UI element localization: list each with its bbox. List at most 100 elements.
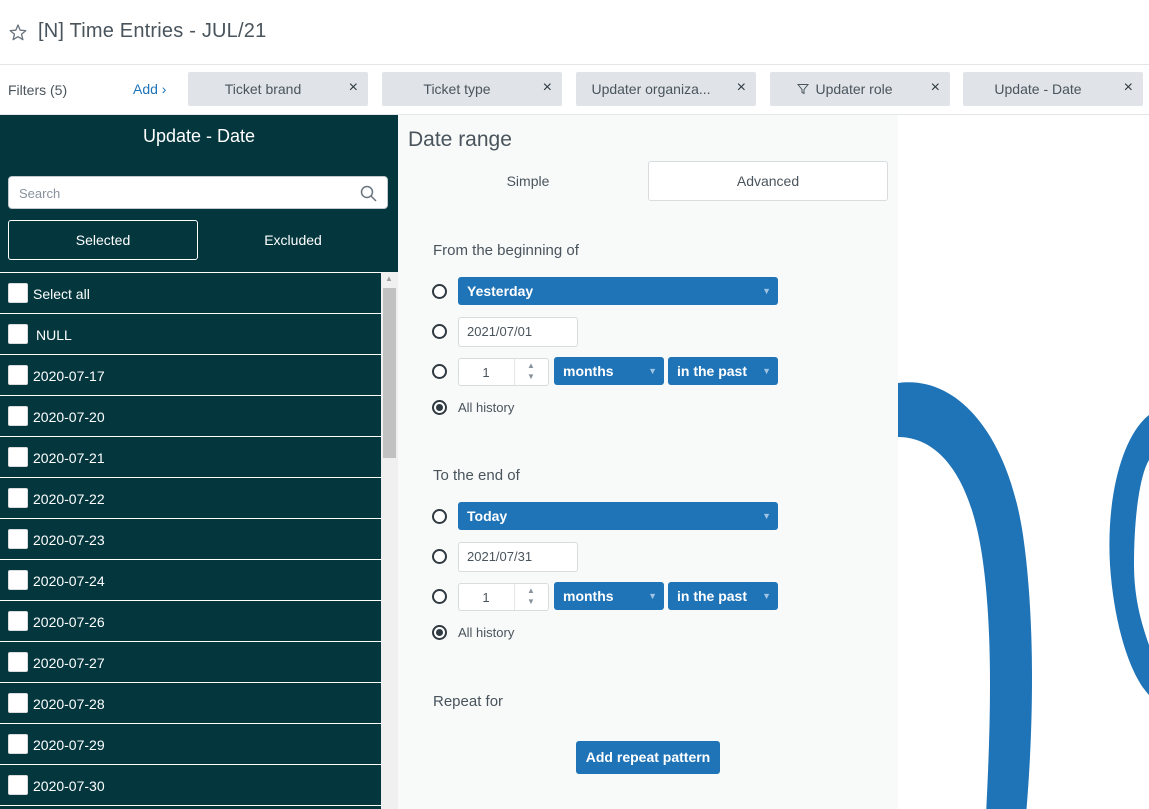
checkbox[interactable] [8, 529, 28, 549]
checkbox[interactable] [8, 570, 28, 590]
close-icon[interactable]: × [543, 79, 552, 97]
to-preset-select[interactable]: Today ▼ [458, 502, 778, 530]
from-direction-value: in the past [677, 363, 748, 379]
search-input[interactable] [19, 183, 339, 203]
list-item[interactable]: 2020-07-30 [0, 765, 381, 806]
list-item-label: 2020-07-27 [33, 655, 105, 671]
close-icon[interactable]: × [349, 79, 358, 97]
from-direction-select[interactable]: in the past ▼ [668, 357, 778, 385]
checkbox[interactable] [8, 693, 28, 713]
to-section-label: To the end of [433, 467, 520, 484]
from-count-value: 1 [482, 365, 490, 380]
list-item[interactable]: 2020-07-24 [0, 560, 381, 601]
scroll-thumb[interactable] [383, 288, 396, 458]
close-icon[interactable]: × [1124, 79, 1133, 97]
increment-arrow-icon[interactable]: ▲ [527, 586, 535, 595]
list-item[interactable]: NULL [0, 314, 381, 355]
filter-chip-ticket-type[interactable]: Ticket type × [382, 72, 562, 106]
checkbox[interactable] [8, 775, 28, 795]
from-unit-value: months [563, 363, 614, 379]
to-unit-select[interactable]: months ▼ [554, 582, 664, 610]
checkbox[interactable] [8, 652, 28, 672]
panel-title: Update - Date [142, 126, 256, 146]
select-all-row[interactable]: Select all [0, 273, 381, 314]
list-item[interactable]: 2020-07-17 [0, 355, 381, 396]
chip-label: Updater organiza... [591, 81, 711, 97]
filter-bar: Filters (5) Add › Ticket brand × Ticket … [0, 65, 1149, 115]
list-item[interactable]: 2020-07-26 [0, 601, 381, 642]
title-bar: [N] Time Entries - JUL/21 [0, 0, 1149, 65]
list-item-label: 2020-07-17 [33, 368, 105, 384]
checkbox[interactable] [8, 283, 28, 303]
list-item[interactable]: 2020-07-23 [0, 519, 381, 560]
from-relative-radio[interactable] [432, 364, 447, 379]
tab-selected[interactable]: Selected [8, 220, 198, 260]
to-all-history-radio[interactable] [432, 625, 447, 640]
star-icon[interactable] [8, 23, 28, 43]
to-relative-radio[interactable] [432, 589, 447, 604]
from-date-input[interactable]: 2021/07/01 [458, 317, 578, 347]
filter-chip-updater-organization[interactable]: Updater organiza... × [576, 72, 756, 106]
to-preset-value: Today [467, 508, 508, 524]
checkbox[interactable] [8, 406, 28, 426]
caret-down-icon: ▼ [648, 366, 657, 376]
caret-down-icon: ▼ [762, 511, 771, 521]
date-range-panel: Date range Simple Advanced From the begi… [398, 115, 898, 809]
filter-chip-updater-role[interactable]: Updater role × [770, 72, 950, 106]
list-item-label: NULL [36, 327, 72, 343]
list-item[interactable]: 2020-07-29 [0, 724, 381, 765]
from-preset-select[interactable]: Yesterday ▼ [458, 277, 778, 305]
search-box[interactable] [8, 176, 388, 209]
loading-graphic-area [898, 115, 1149, 809]
to-preset-radio[interactable] [432, 509, 447, 524]
chip-label: Update - Date [994, 81, 1082, 97]
checkbox[interactable] [8, 365, 28, 385]
date-range-title: Date range [408, 128, 512, 151]
search-icon[interactable] [360, 185, 377, 202]
from-all-history-radio[interactable] [432, 400, 447, 415]
from-unit-select[interactable]: months ▼ [554, 357, 664, 385]
close-icon[interactable]: × [737, 79, 746, 97]
list-item-label: 2020-07-28 [33, 696, 105, 712]
to-direction-select[interactable]: in the past ▼ [668, 582, 778, 610]
tab-simple[interactable]: Simple [408, 161, 648, 201]
list-item-label: 2020-07-24 [33, 573, 105, 589]
list-item[interactable]: 2020-07-22 [0, 478, 381, 519]
add-filter-link[interactable]: Add › [133, 81, 166, 97]
chip-label: Ticket type [423, 81, 491, 97]
filter-chip-ticket-brand[interactable]: Ticket brand × [188, 72, 368, 106]
checkbox[interactable] [8, 488, 28, 508]
add-repeat-pattern-button[interactable]: Add repeat pattern [576, 741, 720, 774]
list-item-label: 2020-07-22 [33, 491, 105, 507]
checkbox[interactable] [8, 324, 28, 344]
tab-excluded[interactable]: Excluded [198, 220, 388, 260]
list-item[interactable]: 2020-07-27 [0, 642, 381, 683]
list-item-label: Select all [33, 286, 90, 302]
list-scrollbar[interactable]: ▲ [381, 272, 398, 809]
filter-chip-update-date[interactable]: Update - Date × [963, 72, 1143, 106]
to-count-stepper[interactable]: 1 ▲ ▼ [458, 583, 549, 611]
checkbox[interactable] [8, 611, 28, 631]
checkbox[interactable] [8, 734, 28, 754]
to-date-input[interactable]: 2021/07/31 [458, 542, 578, 572]
checkbox[interactable] [8, 447, 28, 467]
to-all-history-label: All history [458, 625, 515, 640]
tab-advanced[interactable]: Advanced [648, 161, 888, 201]
from-preset-radio[interactable] [432, 284, 447, 299]
to-date-radio[interactable] [432, 549, 447, 564]
list-item[interactable]: 2020-07-21 [0, 437, 381, 478]
to-count-value: 1 [482, 590, 490, 605]
from-count-stepper[interactable]: 1 ▲ ▼ [458, 358, 549, 386]
list-item[interactable]: 2020-07-20 [0, 396, 381, 437]
decrement-arrow-icon[interactable]: ▼ [527, 372, 535, 381]
decrement-arrow-icon[interactable]: ▼ [527, 597, 535, 606]
list-item[interactable]: 2020-07-28 [0, 683, 381, 724]
list-item-label: 2020-07-21 [33, 450, 105, 466]
from-date-radio[interactable] [432, 324, 447, 339]
list-item-label: 2020-07-30 [33, 778, 105, 794]
scroll-up-arrow-icon[interactable]: ▲ [385, 274, 393, 283]
chip-label: Ticket brand [224, 81, 302, 97]
close-icon[interactable]: × [931, 79, 940, 97]
caret-down-icon: ▼ [648, 591, 657, 601]
increment-arrow-icon[interactable]: ▲ [527, 361, 535, 370]
